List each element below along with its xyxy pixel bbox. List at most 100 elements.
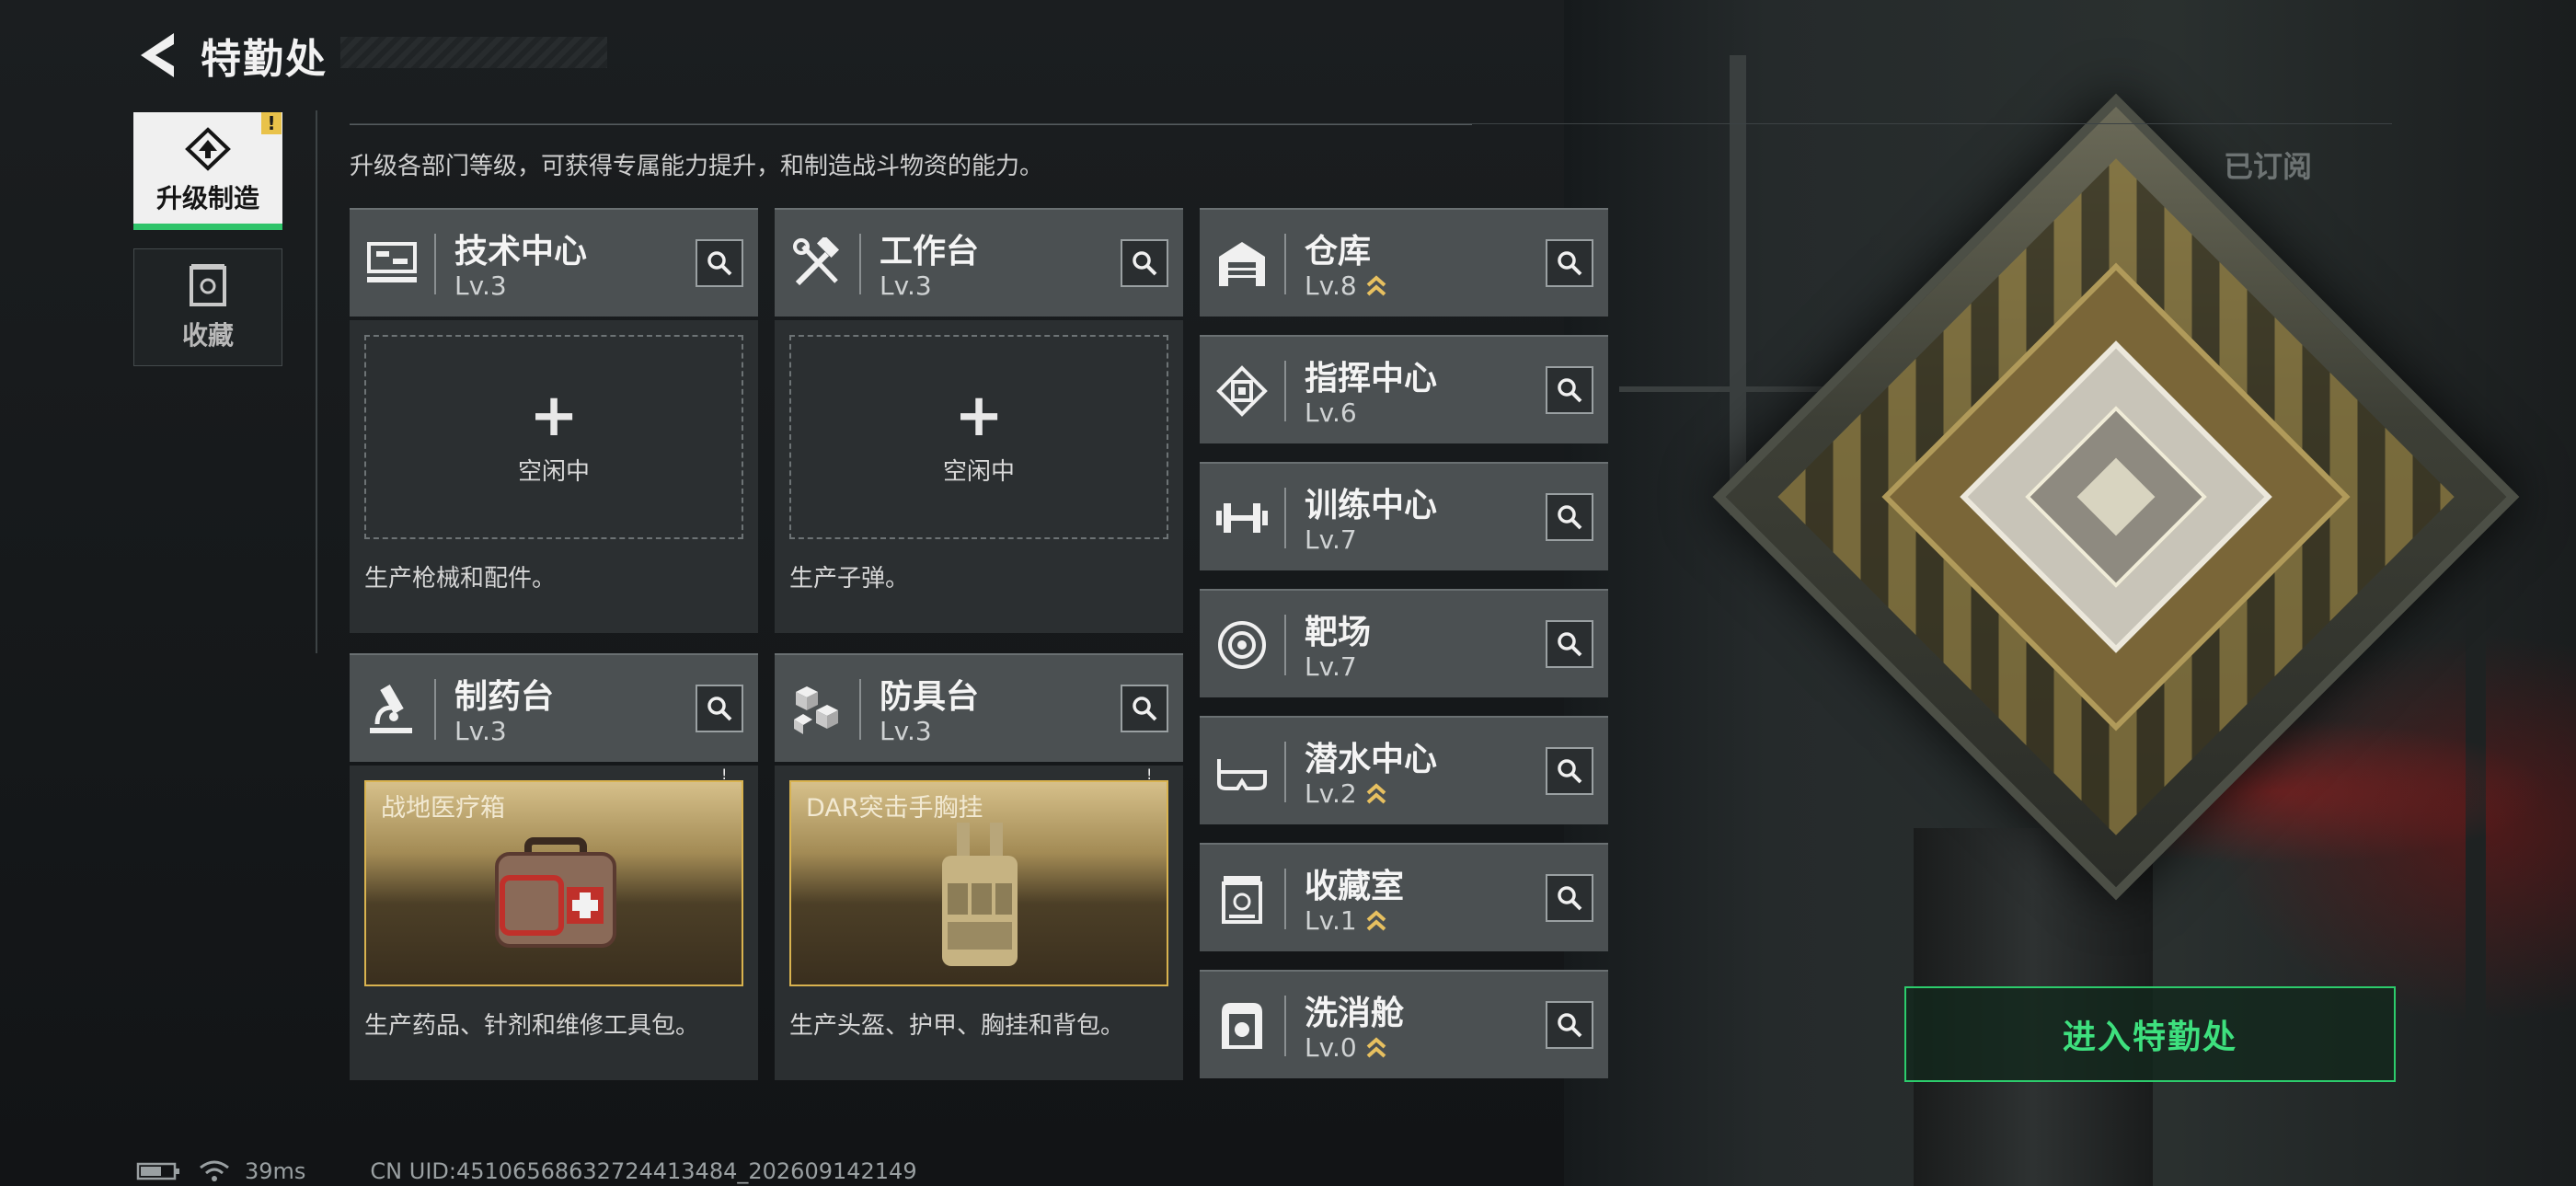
facility-description: 生产子弹。	[789, 565, 910, 593]
chest-rig-image	[942, 823, 1018, 966]
inspect-button[interactable]	[1546, 620, 1593, 668]
search-icon	[1558, 759, 1582, 784]
facility-name: 训练中心	[1305, 487, 1438, 524]
enter-special-ops-button[interactable]: 进入特勤处	[1904, 986, 2396, 1082]
search-icon	[707, 251, 732, 276]
slot-status: 空闲中	[517, 457, 590, 486]
upgrade-chevron-icon	[1366, 909, 1386, 930]
inspect-button[interactable]	[1546, 239, 1593, 287]
facility-row-collection-room[interactable]: 收藏室 Lv.1	[1200, 843, 1608, 951]
product-slot-chest-rig[interactable]: DAR突击手胸挂	[789, 780, 1168, 986]
microscope-icon	[362, 675, 421, 743]
product-name: 战地医疗箱	[381, 794, 505, 823]
decontamination-icon	[1213, 992, 1271, 1060]
search-icon	[1133, 251, 1157, 276]
facility-name: 技术中心	[454, 233, 588, 271]
facility-level: Lv.3	[454, 271, 507, 301]
facility-row-training-center[interactable]: 训练中心 Lv.7	[1200, 462, 1608, 570]
inspect-button[interactable]	[1546, 1001, 1593, 1049]
target-icon	[1213, 611, 1271, 679]
facility-name: 防具台	[880, 678, 980, 716]
search-icon	[1133, 697, 1157, 721]
search-icon	[1558, 378, 1582, 403]
facility-name: 工作台	[880, 233, 980, 271]
facility-name: 靶场	[1305, 614, 1372, 651]
subscribed-button[interactable]: 已订阅	[2144, 123, 2392, 206]
inspect-button[interactable]	[696, 685, 743, 732]
facility-level: Lv.0	[1305, 1032, 1386, 1063]
inspect-button[interactable]	[1546, 874, 1593, 922]
page-title: 特勤处	[201, 36, 328, 83]
facility-level: Lv.1	[1305, 905, 1386, 936]
battery-icon	[136, 1162, 179, 1180]
search-icon	[707, 697, 732, 721]
inspect-button[interactable]	[1546, 366, 1593, 414]
facility-header-armor-bench[interactable]: 防具台 Lv.3	[775, 653, 1183, 762]
slot-status: 空闲中	[942, 457, 1015, 486]
wifi-icon	[200, 1160, 229, 1181]
facility-level: Lv.8	[1305, 271, 1386, 301]
add-icon: +	[954, 381, 1004, 450]
back-arrow-icon[interactable]	[136, 29, 178, 81]
facility-name: 制药台	[454, 678, 555, 716]
facility-name: 指挥中心	[1305, 360, 1438, 397]
facility-level: Lv.7	[1305, 651, 1357, 682]
inspect-button[interactable]	[1546, 493, 1593, 541]
upgrade-icon	[185, 127, 231, 171]
status-bar: 39ms CN UID:4510656863272441348​4_202609…	[136, 1158, 917, 1184]
collection-icon	[190, 264, 226, 306]
facility-name: 仓库	[1305, 233, 1372, 271]
inspect-button[interactable]	[1546, 747, 1593, 795]
tab-label: 收藏	[181, 320, 234, 351]
facility-row-command-center[interactable]: 指挥中心 Lv.6	[1200, 335, 1608, 443]
idle-slot[interactable]: + 空闲中	[789, 335, 1168, 539]
tab-label: 升级制造	[155, 183, 259, 213]
facility-description: 生产头盔、护甲、胸挂和背包。	[789, 1012, 1125, 1040]
facility-description: 生产药品、针剂和维修工具包。	[364, 1012, 700, 1040]
production-card-body: + 空闲中 生产子弹。	[775, 320, 1183, 633]
tab-upgrade-manufacture[interactable]: 升级制造	[133, 112, 282, 230]
tab-collection[interactable]: 收藏	[133, 248, 282, 366]
facility-header-pharmacy[interactable]: 制药台 Lv.3	[350, 653, 758, 762]
upgrade-chevron-icon	[1366, 274, 1386, 295]
special-ops-cube-model	[1712, 93, 2520, 901]
tools-icon	[788, 230, 846, 298]
facility-row-shooting-range[interactable]: 靶场 Lv.7	[1200, 589, 1608, 697]
facility-level: Lv.3	[454, 716, 507, 746]
facility-name: 潜水中心	[1305, 741, 1438, 778]
facility-row-warehouse[interactable]: 仓库 Lv.8	[1200, 208, 1608, 317]
facility-level: Lv.3	[880, 271, 932, 301]
production-card-body: 战地医疗箱 ! 生产药品、针剂和维修工具包。	[350, 766, 758, 1080]
production-card-body: + 空闲中 生产枪械和配件。	[350, 320, 758, 633]
facility-name: 收藏室	[1305, 868, 1405, 905]
divider	[316, 110, 317, 653]
facility-header-workbench[interactable]: 工作台 Lv.3	[775, 208, 1183, 317]
diving-mask-icon	[1213, 738, 1271, 806]
computer-icon	[362, 230, 421, 298]
search-icon	[1558, 632, 1582, 657]
page-subtitle: 升级各部门等级，可获得专属能力提升，和制造战斗物资的能力。	[350, 153, 1044, 180]
product-slot-field-medkit[interactable]: 战地医疗箱	[364, 780, 743, 986]
armor-blocks-icon	[788, 675, 846, 743]
idle-slot[interactable]: + 空闲中	[364, 335, 743, 539]
ping-text: 39ms	[245, 1158, 306, 1184]
facility-level: Lv.3	[880, 716, 932, 746]
facility-level: Lv.6	[1305, 397, 1357, 428]
facility-description: 生产枪械和配件。	[364, 565, 557, 593]
facility-row-decontamination-chamber[interactable]: 洗消舱 Lv.0	[1200, 970, 1608, 1078]
production-card-body: DAR突击手胸挂 ! 生产头盔、护甲、胸挂和背包。	[775, 766, 1183, 1080]
facility-level: Lv.2	[1305, 778, 1386, 809]
inspect-button[interactable]	[696, 239, 743, 287]
warehouse-icon	[1213, 230, 1271, 298]
search-icon	[1558, 251, 1582, 276]
upgrade-chevron-icon	[1366, 1036, 1386, 1057]
facility-row-diving-center[interactable]: 潜水中心 Lv.2	[1200, 716, 1608, 824]
facility-header-tech-center[interactable]: 技术中心 Lv.3	[350, 208, 758, 317]
medkit-image	[495, 837, 616, 948]
chip-icon	[1213, 357, 1271, 425]
product-alert-badge: !	[1146, 766, 1153, 783]
active-tab-indicator	[133, 224, 282, 230]
inspect-button[interactable]	[1121, 239, 1168, 287]
inspect-button[interactable]	[1121, 685, 1168, 732]
product-alert-badge: !	[721, 766, 728, 783]
